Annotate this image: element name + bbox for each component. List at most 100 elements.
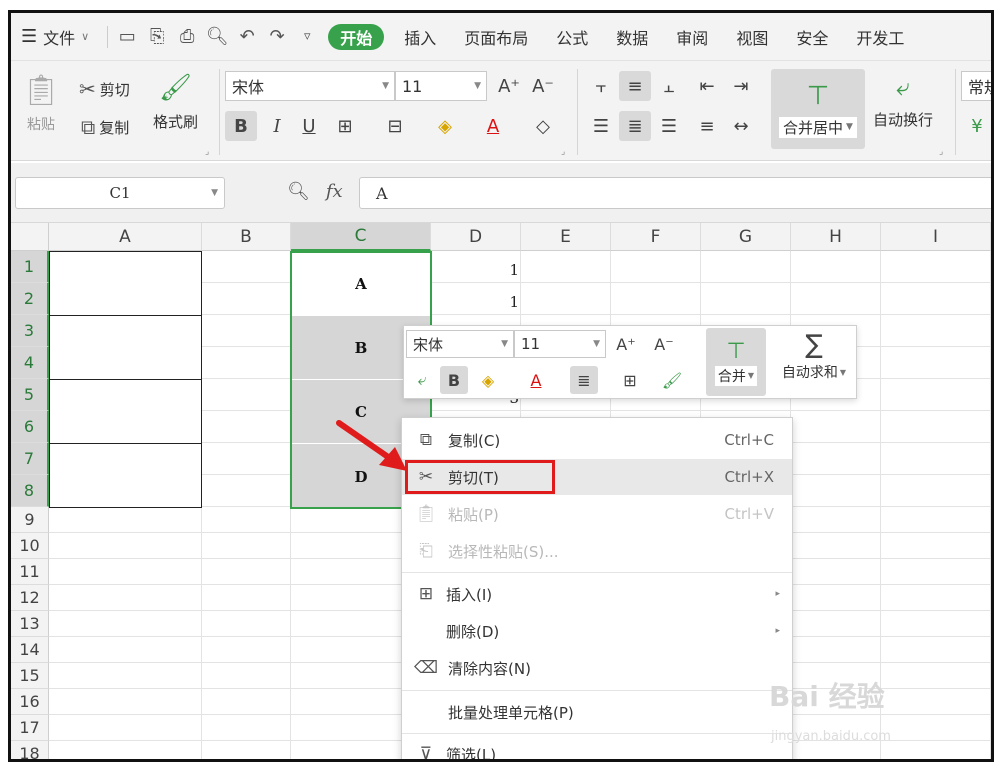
menu-item-batch-process[interactable]: 批量处理单元格(P) (402, 694, 792, 730)
align-right-icon[interactable]: ☰ (653, 111, 685, 141)
fill-color-icon[interactable]: ◈ (429, 111, 461, 141)
increase-indent-icon[interactable]: ⇥ (725, 71, 757, 101)
justify-icon[interactable]: ≡ (691, 111, 723, 141)
mini-merge-button[interactable]: ⊤ 合并 ▼ (706, 328, 766, 396)
row-header-6[interactable]: 6 (11, 411, 49, 443)
wrap-text-icon[interactable]: ⤶ (408, 366, 436, 394)
align-top-icon[interactable]: ⫟ (585, 71, 617, 101)
mini-font-size-select[interactable]: 11 ▼ (514, 330, 606, 358)
align-bottom-icon[interactable]: ⫠ (653, 71, 685, 101)
font-dialog-launcher[interactable]: ⌟ (561, 147, 565, 157)
increase-font-icon[interactable]: A⁺ (612, 330, 640, 358)
export-pdf-icon[interactable]: ⎘ (142, 23, 172, 51)
format-painter-button[interactable]: 🖌︎ 格式刷 (153, 73, 198, 132)
menu-item-clear-contents[interactable]: ⌫ 清除内容(N) (402, 650, 792, 686)
decrease-font-icon[interactable]: A⁻ (527, 71, 559, 101)
number-format-select[interactable]: 常规 (961, 71, 991, 101)
name-box[interactable]: C1 ▼ (15, 177, 225, 209)
menu-item-paste-special[interactable]: ⎗ 选择性粘贴(S)... (402, 533, 792, 569)
alignment-dialog-launcher[interactable]: ⌟ (939, 147, 943, 157)
row-header-5[interactable]: 5 (11, 379, 49, 411)
tab-page-layout[interactable]: 页面布局 (450, 23, 542, 51)
menu-item-insert[interactable]: ⊞ 插入(I) ▸ (402, 576, 792, 612)
merged-cell-c1[interactable]: A (291, 251, 431, 315)
row-header-10[interactable]: 10 (11, 533, 49, 559)
merged-cell-a3[interactable] (49, 315, 202, 380)
row-header-4[interactable]: 4 (11, 347, 49, 379)
row-header-13[interactable]: 13 (11, 611, 49, 637)
tab-security[interactable]: 安全 (782, 23, 842, 51)
select-all-corner[interactable] (11, 223, 49, 251)
tab-formulas[interactable]: 公式 (542, 23, 602, 51)
row-header-12[interactable]: 12 (11, 585, 49, 611)
font-name-select[interactable]: 宋体 ▼ (225, 71, 395, 101)
clear-format-icon[interactable]: ◇ (527, 111, 559, 141)
column-header-c[interactable]: C (291, 223, 431, 251)
row-header-2[interactable]: 2 (11, 283, 49, 315)
menu-item-copy[interactable]: ⧉ 复制(C) Ctrl+C (402, 422, 792, 458)
row-header-9[interactable]: 9 (11, 507, 49, 533)
tab-review[interactable]: 审阅 (662, 23, 722, 51)
column-header-d[interactable]: D (431, 223, 521, 251)
column-header-g[interactable]: G (701, 223, 791, 251)
format-painter-icon[interactable]: 🖌︎ (658, 366, 686, 394)
tab-developer[interactable]: 开发工 (842, 23, 918, 51)
align-middle-icon[interactable]: ≡ (619, 71, 651, 101)
merge-center-button[interactable]: ⊤ 合并居中 ▼ (771, 69, 865, 149)
currency-icon[interactable]: ¥ (961, 111, 991, 141)
column-header-i[interactable]: I (881, 223, 991, 251)
font-color-icon[interactable]: A (477, 111, 509, 141)
tab-home[interactable]: 开始 (328, 23, 385, 50)
undo-icon[interactable]: ↶ (232, 23, 262, 51)
tab-insert[interactable]: 插入 (390, 23, 450, 51)
row-header-17[interactable]: 17 (11, 715, 49, 741)
bold-button[interactable]: B (225, 111, 257, 141)
tab-data[interactable]: 数据 (602, 23, 662, 51)
row-header-1[interactable]: 1 (11, 251, 49, 283)
print-icon[interactable]: ⎙ (172, 23, 202, 51)
menu-item-delete[interactable]: 删除(D) ▸ (402, 613, 792, 649)
paste-button[interactable]: 📋︎ 粘贴 (19, 73, 63, 134)
fill-color-icon[interactable]: ◈ (474, 366, 502, 394)
tab-view[interactable]: 视图 (722, 23, 782, 51)
row-header-14[interactable]: 14 (11, 637, 49, 663)
cut-button[interactable]: ✂ 剪切 (79, 77, 130, 101)
align-left-icon[interactable]: ☰ (585, 111, 617, 141)
increase-font-icon[interactable]: A⁺ (493, 71, 525, 101)
save-icon[interactable]: ▭ (112, 23, 142, 51)
bold-button[interactable]: B (440, 366, 468, 394)
row-header-16[interactable]: 16 (11, 689, 49, 715)
row-header-7[interactable]: 7 (11, 443, 49, 475)
font-color-icon[interactable]: A (522, 366, 550, 394)
row-header-18[interactable]: 18 (11, 741, 49, 759)
insert-function-icon[interactable]: fx (326, 181, 343, 202)
borders-icon[interactable]: ⊞ (616, 366, 644, 394)
merged-cell-a1[interactable] (49, 251, 202, 316)
merged-cell-a7[interactable] (49, 443, 202, 508)
menu-item-filter[interactable]: ⊽ 筛选(L) (402, 736, 792, 759)
row-header-15[interactable]: 15 (11, 663, 49, 689)
column-header-b[interactable]: B (202, 223, 291, 251)
customize-dropdown-icon[interactable]: ▿ (292, 23, 322, 51)
clipboard-dialog-launcher[interactable]: ⌟ (205, 147, 209, 157)
merged-cell-a5[interactable] (49, 379, 202, 444)
cell-d2[interactable]: 1 (431, 293, 519, 311)
column-header-h[interactable]: H (791, 223, 881, 251)
distribute-icon[interactable]: ↔ (725, 111, 757, 141)
align-center-icon[interactable]: ≣ (570, 366, 598, 394)
align-center-icon[interactable]: ≣ (619, 111, 651, 141)
mini-font-name-select[interactable]: 宋体 ▼ (406, 330, 514, 358)
autosum-button[interactable]: ∑ 自动求和 ▼ (772, 330, 856, 382)
row-header-3[interactable]: 3 (11, 315, 49, 347)
wrap-text-button[interactable]: ⤶ 自动换行 (873, 73, 933, 130)
column-header-a[interactable]: A (49, 223, 202, 251)
redo-icon[interactable]: ↷ (262, 23, 292, 51)
font-size-select[interactable]: 11 ▼ (395, 71, 487, 101)
italic-button[interactable]: I (261, 111, 293, 141)
borders-icon[interactable]: ⊞ (329, 111, 361, 141)
zoom-icon[interactable]: 🔍︎ (287, 181, 310, 202)
menu-item-paste[interactable]: 📋︎ 粘贴(P) Ctrl+V (402, 496, 792, 532)
column-header-e[interactable]: E (521, 223, 611, 251)
decrease-font-icon[interactable]: A⁻ (650, 330, 678, 358)
print-preview-icon[interactable]: 🔍︎ (202, 23, 232, 51)
